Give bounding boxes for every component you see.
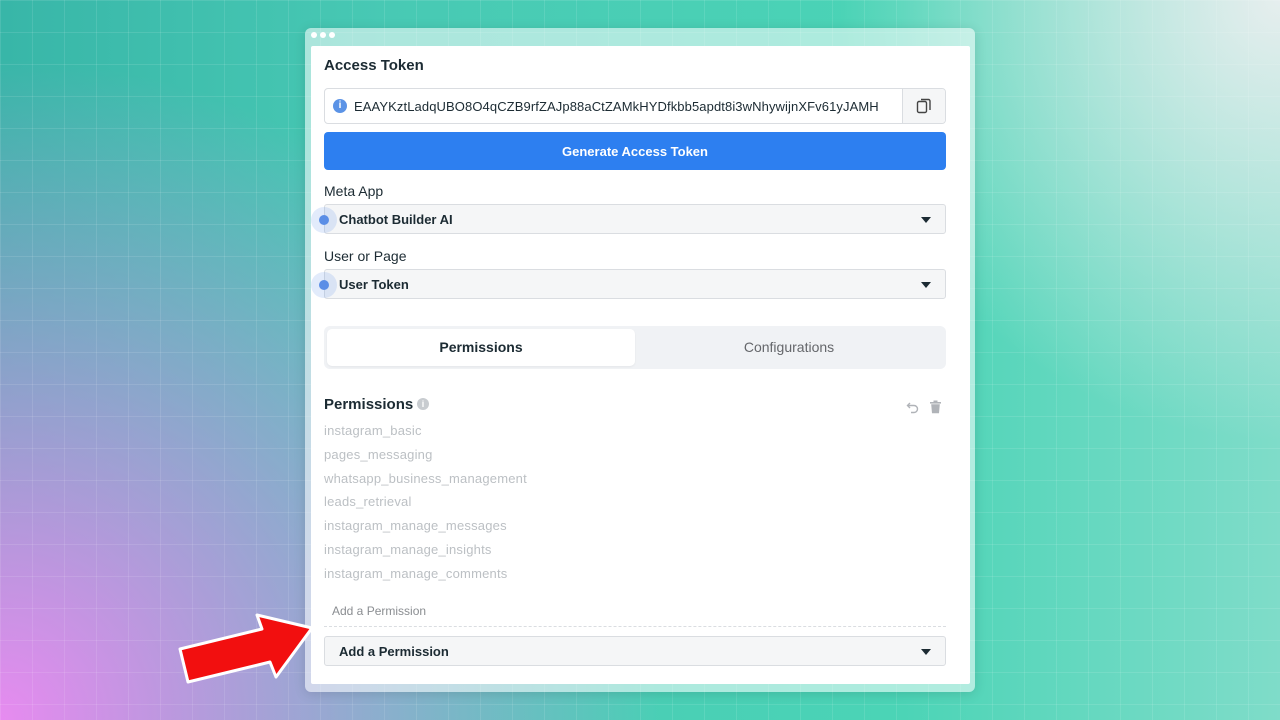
access-token-value[interactable]: EAAYKztLadqUBO8O4qCZB9rfZAJp88aCtZAMkHYD… — [354, 99, 899, 114]
add-permission-select[interactable]: Add a Permission — [324, 636, 946, 666]
arrow-right-icon — [178, 613, 314, 684]
meta-app-value: Chatbot Builder AI — [339, 212, 453, 227]
trash-icon[interactable] — [929, 400, 942, 414]
window-controls — [311, 32, 335, 38]
add-permission-select-label: Add a Permission — [339, 644, 449, 659]
list-item[interactable]: instagram_manage_messages — [324, 518, 527, 542]
token-panel: Access Token i EAAYKztLadqUBO8O4qCZB9rfZ… — [311, 46, 970, 684]
undo-icon[interactable] — [906, 400, 920, 414]
app-window: Access Token i EAAYKztLadqUBO8O4qCZB9rfZ… — [305, 28, 975, 692]
divider — [324, 626, 946, 627]
list-item[interactable]: leads_retrieval — [324, 494, 527, 518]
status-dot — [311, 207, 337, 233]
window-dot[interactable] — [329, 32, 335, 38]
list-item[interactable]: instagram_manage_comments — [324, 566, 527, 590]
generate-access-token-button[interactable]: Generate Access Token — [324, 132, 946, 170]
tab-bar: Permissions Configurations — [324, 326, 946, 369]
status-dot — [311, 272, 337, 298]
list-item[interactable]: instagram_manage_insights — [324, 542, 527, 566]
window-dot[interactable] — [320, 32, 326, 38]
permissions-title: Permissions — [324, 396, 414, 413]
access-token-field[interactable]: i EAAYKztLadqUBO8O4qCZB9rfZAJp88aCtZAMkH… — [324, 88, 946, 124]
meta-app-label: Meta App — [324, 183, 384, 199]
caret-down-icon — [921, 282, 931, 288]
user-or-page-select[interactable]: User Token — [311, 269, 946, 299]
add-permission-input[interactable]: Add a Permission — [332, 604, 426, 618]
info-icon: i — [333, 99, 347, 113]
window-dot[interactable] — [311, 32, 317, 38]
user-or-page-label: User or Page — [324, 248, 407, 264]
permission-list: instagram_basic pages_messaging whatsapp… — [324, 423, 527, 590]
access-token-title: Access Token — [324, 57, 424, 74]
meta-app-select[interactable]: Chatbot Builder AI — [311, 204, 946, 234]
list-item[interactable]: pages_messaging — [324, 447, 527, 471]
info-icon[interactable]: i — [417, 398, 429, 410]
caret-down-icon — [921, 649, 931, 655]
copy-button[interactable] — [902, 89, 945, 123]
tab-permissions[interactable]: Permissions — [327, 329, 635, 366]
copy-icon — [916, 98, 931, 114]
list-item[interactable]: whatsapp_business_management — [324, 471, 527, 495]
list-item[interactable]: instagram_basic — [324, 423, 527, 447]
caret-down-icon — [921, 217, 931, 223]
tab-configurations[interactable]: Configurations — [635, 329, 943, 366]
user-or-page-value: User Token — [339, 277, 409, 292]
